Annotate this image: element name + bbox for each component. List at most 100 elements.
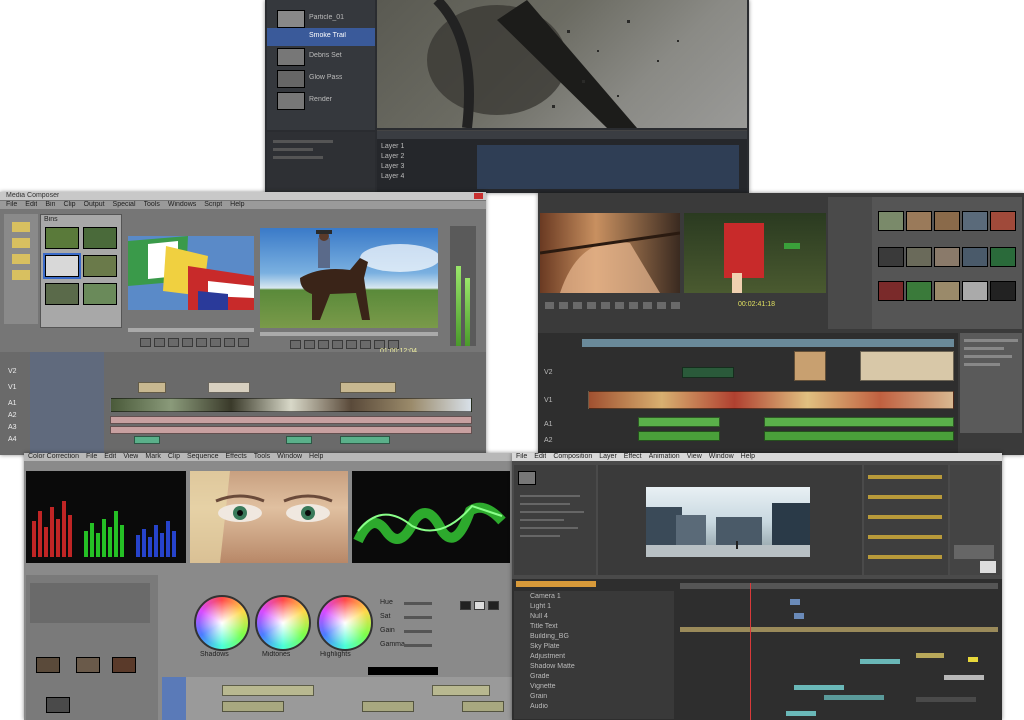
effect-row[interactable]	[868, 555, 942, 559]
bin-clip-thumb[interactable]	[878, 281, 904, 301]
effect-row[interactable]	[868, 535, 942, 539]
slider-track[interactable]	[404, 616, 432, 619]
layer-bar[interactable]	[916, 653, 944, 658]
menu-item[interactable]: Help	[309, 453, 323, 461]
menu-item[interactable]: View	[123, 453, 138, 461]
track-label[interactable]: A2	[544, 437, 553, 444]
list-thumb[interactable]	[277, 92, 305, 110]
highlights-color-wheel[interactable]	[317, 595, 373, 651]
layer-bar[interactable]	[786, 711, 816, 716]
tool-button[interactable]	[12, 254, 30, 264]
layer-bar-highlight[interactable]	[680, 627, 998, 632]
tool-button[interactable]	[12, 222, 30, 232]
bin-clip-thumb[interactable]	[878, 247, 904, 267]
bin-clip-thumb[interactable]	[45, 227, 79, 249]
composition-frame[interactable]	[646, 487, 810, 557]
audio-clip[interactable]	[340, 436, 390, 444]
layer-name[interactable]: Camera 1	[530, 593, 561, 600]
bin-clip-thumb[interactable]	[906, 247, 932, 267]
menu-item[interactable]: Edit	[25, 201, 37, 209]
layer-name[interactable]: Light 1	[530, 603, 551, 610]
menu-item[interactable]: Help	[230, 201, 244, 209]
bin-clip-thumb[interactable]	[83, 227, 117, 249]
menu-item[interactable]: Bin	[45, 201, 55, 209]
layer-name[interactable]: Grain	[530, 693, 547, 700]
menu-item[interactable]: Special	[113, 201, 136, 209]
list-item-label[interactable]: Render	[309, 96, 332, 103]
layer-name[interactable]: Vignette	[530, 683, 556, 690]
menu-item[interactable]: File	[516, 453, 527, 461]
layer-name[interactable]: Title Text	[530, 623, 558, 630]
tool-button[interactable]	[12, 270, 30, 280]
menu-item[interactable]: Clip	[63, 201, 75, 209]
layer-bar[interactable]	[824, 695, 884, 700]
layer-name[interactable]: Adjustment	[530, 653, 565, 660]
clip-thumb[interactable]	[112, 657, 136, 673]
monitor-scrub-bar[interactable]	[128, 328, 254, 332]
audio-clip[interactable]	[286, 436, 312, 444]
source-monitor[interactable]	[128, 236, 254, 310]
bin-clip-thumb[interactable]	[962, 281, 988, 301]
effect-row[interactable]	[868, 515, 942, 519]
menu-item[interactable]: Effect	[624, 453, 642, 461]
menu-item[interactable]: Window	[277, 453, 302, 461]
track-label[interactable]: A3	[8, 424, 17, 431]
track-label[interactable]: A1	[544, 421, 553, 428]
transport-controls[interactable]	[140, 338, 249, 347]
track-label[interactable]: A1	[8, 400, 17, 407]
video-clip-strip[interactable]	[588, 391, 954, 409]
menu-item[interactable]: Clip	[168, 453, 180, 461]
track-label[interactable]: V1	[544, 397, 553, 404]
video-clip[interactable]	[138, 382, 166, 393]
list-item-label[interactable]: Glow Pass	[309, 74, 342, 81]
effect-row[interactable]	[868, 475, 942, 479]
bin-clip-thumb[interactable]	[83, 255, 117, 277]
menu-item[interactable]: Animation	[649, 453, 680, 461]
menu-item[interactable]: Composition	[553, 453, 592, 461]
list-item-label[interactable]: Particle_01	[309, 14, 344, 21]
video-clip[interactable]	[860, 351, 954, 381]
menu-item[interactable]: Effects	[226, 453, 247, 461]
menu-item[interactable]: Script	[204, 201, 222, 209]
bin-clip-thumb[interactable]	[43, 253, 81, 279]
list-thumb[interactable]	[277, 70, 305, 88]
bin-clip-thumb[interactable]	[934, 211, 960, 231]
shadows-color-wheel[interactable]	[194, 595, 250, 651]
bin-clip-thumb[interactable]	[934, 247, 960, 267]
layer-bar[interactable]	[794, 685, 844, 690]
menu-item[interactable]: Window	[709, 453, 734, 461]
track-label[interactable]: A2	[8, 412, 17, 419]
source-monitor[interactable]	[540, 213, 680, 293]
audio-clip[interactable]	[638, 431, 720, 441]
menu-item[interactable]: Edit	[104, 453, 116, 461]
timeline-track-area[interactable]	[477, 145, 739, 189]
timeline-tab[interactable]	[516, 581, 596, 587]
grading-viewer[interactable]	[190, 471, 348, 563]
record-monitor[interactable]	[684, 213, 826, 293]
list-thumb[interactable]	[277, 48, 305, 66]
track-label[interactable]: V2	[8, 368, 17, 375]
clip-thumb[interactable]	[36, 657, 60, 673]
layer-name[interactable]: Sky Plate	[530, 643, 560, 650]
audio-clip[interactable]	[638, 417, 720, 427]
monitor-scrub-bar[interactable]	[260, 332, 438, 336]
keyframe-bar[interactable]	[794, 613, 804, 619]
list-item-selected[interactable]: Smoke Trail	[267, 28, 375, 46]
layer-bar[interactable]	[860, 659, 900, 664]
audio-clip[interactable]	[134, 436, 160, 444]
bin-clip-thumb[interactable]	[45, 283, 79, 305]
audio-clip[interactable]	[764, 431, 954, 441]
bin-clip-thumb[interactable]	[962, 211, 988, 231]
layer-name[interactable]: Building_BG	[530, 633, 569, 640]
audio-clip[interactable]	[110, 416, 472, 424]
bin-clip-thumb[interactable]	[934, 281, 960, 301]
timeline-ruler[interactable]	[582, 339, 954, 347]
menu-item[interactable]: Help	[741, 453, 755, 461]
video-clip[interactable]	[222, 701, 284, 712]
clip-thumb[interactable]	[76, 657, 100, 673]
menu-item[interactable]: Output	[84, 201, 105, 209]
video-clip[interactable]	[362, 701, 414, 712]
playhead[interactable]	[750, 583, 751, 720]
audio-clip[interactable]	[110, 426, 472, 434]
control-field[interactable]	[30, 583, 150, 623]
